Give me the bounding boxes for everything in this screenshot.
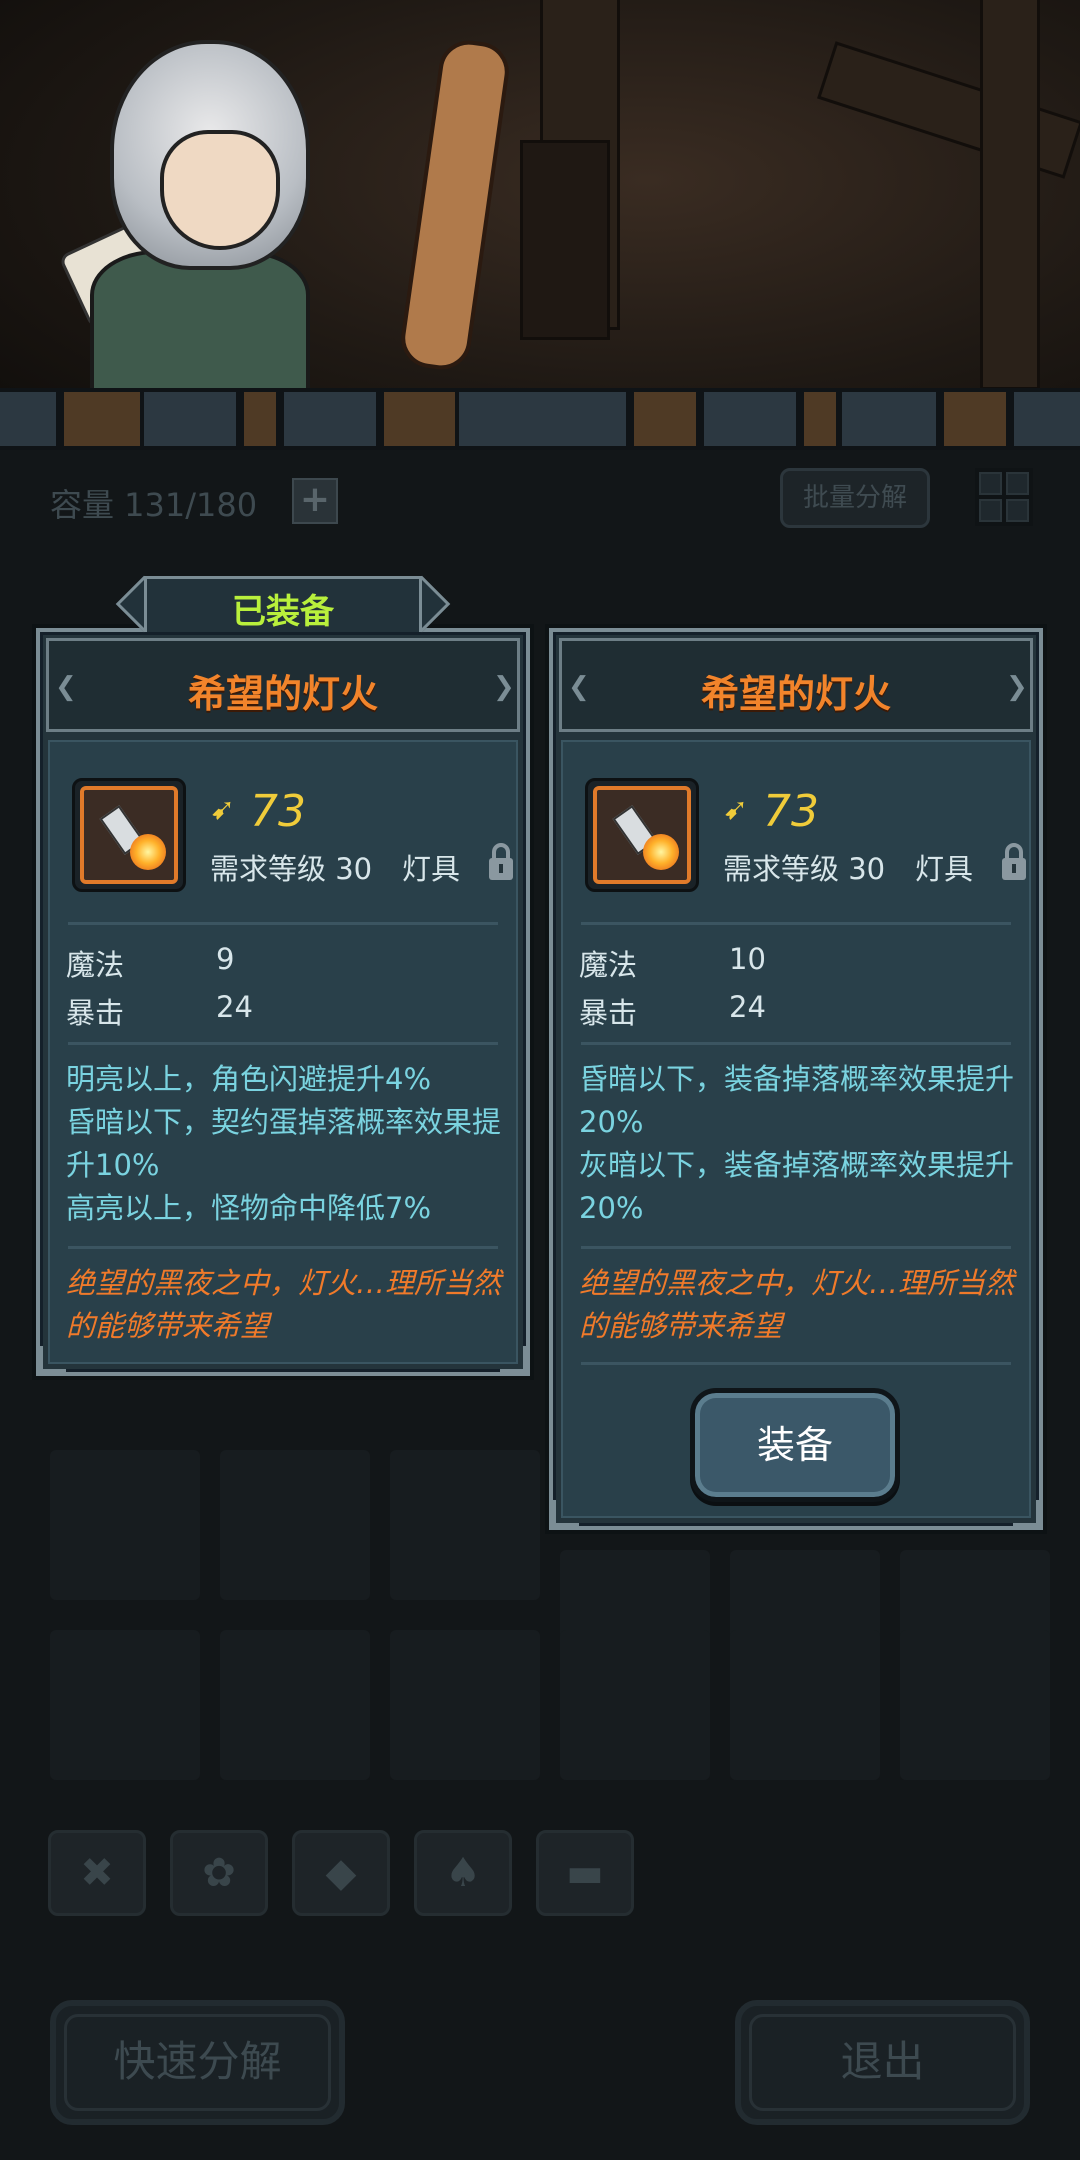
add-capacity-button[interactable]: + <box>292 478 338 524</box>
stat-name: 暴击 <box>66 996 125 1030</box>
grid-view-icon[interactable] <box>975 468 1033 526</box>
divider <box>581 1042 1011 1045</box>
ledge-stone <box>700 388 800 450</box>
bulk-dismantle-button[interactable]: 批量分解 <box>780 468 930 528</box>
effect-line: 昏暗以下，契约蛋掉落概率效果提升10% <box>66 1105 502 1182</box>
stat-value: 9 <box>216 942 235 976</box>
torch-icon <box>593 786 691 884</box>
lock-icon[interactable] <box>486 842 516 882</box>
inventory-slot[interactable] <box>560 1630 710 1780</box>
wood-beam <box>980 0 1040 390</box>
flavor-text: 绝望的黑夜之中，灯火…理所当然的能够带来希望 <box>579 1266 1015 1343</box>
effect-line: 明亮以上，角色闪避提升4% <box>66 1062 432 1096</box>
card-body: ➹ 73 需求等级 30 灯具 魔法 9 暴击 24 明亮以上，角色闪避提升4%… <box>48 740 518 1364</box>
effect-line: 高亮以上，怪物命中降低7% <box>66 1191 432 1225</box>
card-corner <box>553 1500 579 1526</box>
capacity-label: 容量 131/180 <box>50 486 258 524</box>
inventory-slot[interactable] <box>220 1450 370 1600</box>
card-header: ❮ ❯ 希望的灯火 <box>46 638 520 732</box>
ledge-wood <box>940 388 1010 450</box>
inventory-slot[interactable] <box>730 1630 880 1780</box>
power-value: 73 <box>763 786 819 837</box>
crate <box>520 140 610 340</box>
power-icon: ➹ <box>723 792 749 827</box>
equipped-label: 已装备 <box>232 592 334 632</box>
ledge-wood <box>630 388 700 450</box>
equipped-tag: 已装备 <box>115 570 451 636</box>
lock-icon[interactable] <box>999 842 1029 882</box>
exit-button[interactable]: 退出 <box>735 2000 1030 2125</box>
ledge-wood <box>800 388 840 450</box>
quick-dismantle-button[interactable]: 快速分解 <box>50 2000 345 2125</box>
equipped-item-card: ❮ ❯ 希望的灯火 ➹ 73 需求等级 30 灯具 魔法 9 暴击 24 明亮以… <box>36 628 530 1376</box>
item-icon-frame <box>585 778 699 892</box>
inventory-slot[interactable] <box>390 1450 540 1600</box>
character-face <box>160 130 280 250</box>
inventory-slot[interactable] <box>220 1630 370 1780</box>
chest-icon[interactable]: ▬ <box>536 1830 634 1916</box>
item-icon-frame <box>72 778 186 892</box>
ledge-wood <box>240 388 280 450</box>
stat-value: 24 <box>216 990 253 1024</box>
item-category: 灯具 <box>402 852 461 886</box>
ledge-stone <box>280 388 380 450</box>
equip-button[interactable]: 装备 <box>690 1388 900 1502</box>
ledge-wood <box>60 388 150 450</box>
card-header: ❮ ❯ 希望的灯火 <box>559 638 1033 732</box>
effect-line: 昏暗以下，装备掉落概率效果提升20% <box>579 1062 1015 1139</box>
ledge-wood <box>380 388 460 450</box>
wood-beam <box>817 41 1080 179</box>
paw-icon[interactable]: ✿ <box>170 1830 268 1916</box>
stat-name: 暴击 <box>579 996 638 1030</box>
ledge-stone <box>838 388 940 450</box>
flavor-text: 绝望的黑夜之中，灯火…理所当然的能够带来希望 <box>66 1266 502 1343</box>
item-title: 希望的灯火 <box>187 672 378 716</box>
ledge-stone <box>1010 388 1080 450</box>
ledge-stone <box>455 388 630 450</box>
spade-icon[interactable]: ♠ <box>414 1830 512 1916</box>
stat-value: 24 <box>729 990 766 1024</box>
power-value: 73 <box>250 786 306 837</box>
gem-icon[interactable]: ◆ <box>292 1830 390 1916</box>
stat-value: 10 <box>729 942 766 976</box>
stat-name: 魔法 <box>579 948 638 982</box>
divider <box>68 1042 498 1045</box>
ledge-stone <box>0 388 60 450</box>
inventory-slot[interactable] <box>50 1450 200 1600</box>
inventory-slot[interactable] <box>390 1630 540 1780</box>
divider <box>68 1246 498 1249</box>
divider <box>581 922 1011 925</box>
item-category: 灯具 <box>915 852 974 886</box>
effect-line: 灰暗以下，装备掉落概率效果提升20% <box>579 1148 1015 1225</box>
ledge-stone <box>140 388 240 450</box>
quick-dismantle-label: 快速分解 <box>113 2037 282 2086</box>
inventory-slot[interactable] <box>900 1630 1050 1780</box>
item-title: 希望的灯火 <box>700 672 891 716</box>
torch-icon <box>80 786 178 884</box>
card-corner <box>40 1346 66 1372</box>
character-scene <box>0 0 1080 450</box>
character-body <box>90 250 310 400</box>
character-arm <box>397 36 513 374</box>
card-corner <box>500 1346 526 1372</box>
power-icon: ➹ <box>210 792 236 827</box>
divider <box>68 922 498 925</box>
divider <box>581 1246 1011 1249</box>
inventory-slot[interactable] <box>50 1630 200 1780</box>
stat-name: 魔法 <box>66 948 125 982</box>
divider <box>581 1362 1011 1365</box>
stone-ledge <box>0 388 1080 450</box>
weapon-icon[interactable]: ✖ <box>48 1830 146 1916</box>
level-requirement: 需求等级 30 <box>210 852 373 886</box>
level-requirement: 需求等级 30 <box>723 852 886 886</box>
card-corner <box>1013 1500 1039 1526</box>
exit-label: 退出 <box>840 2037 925 2086</box>
